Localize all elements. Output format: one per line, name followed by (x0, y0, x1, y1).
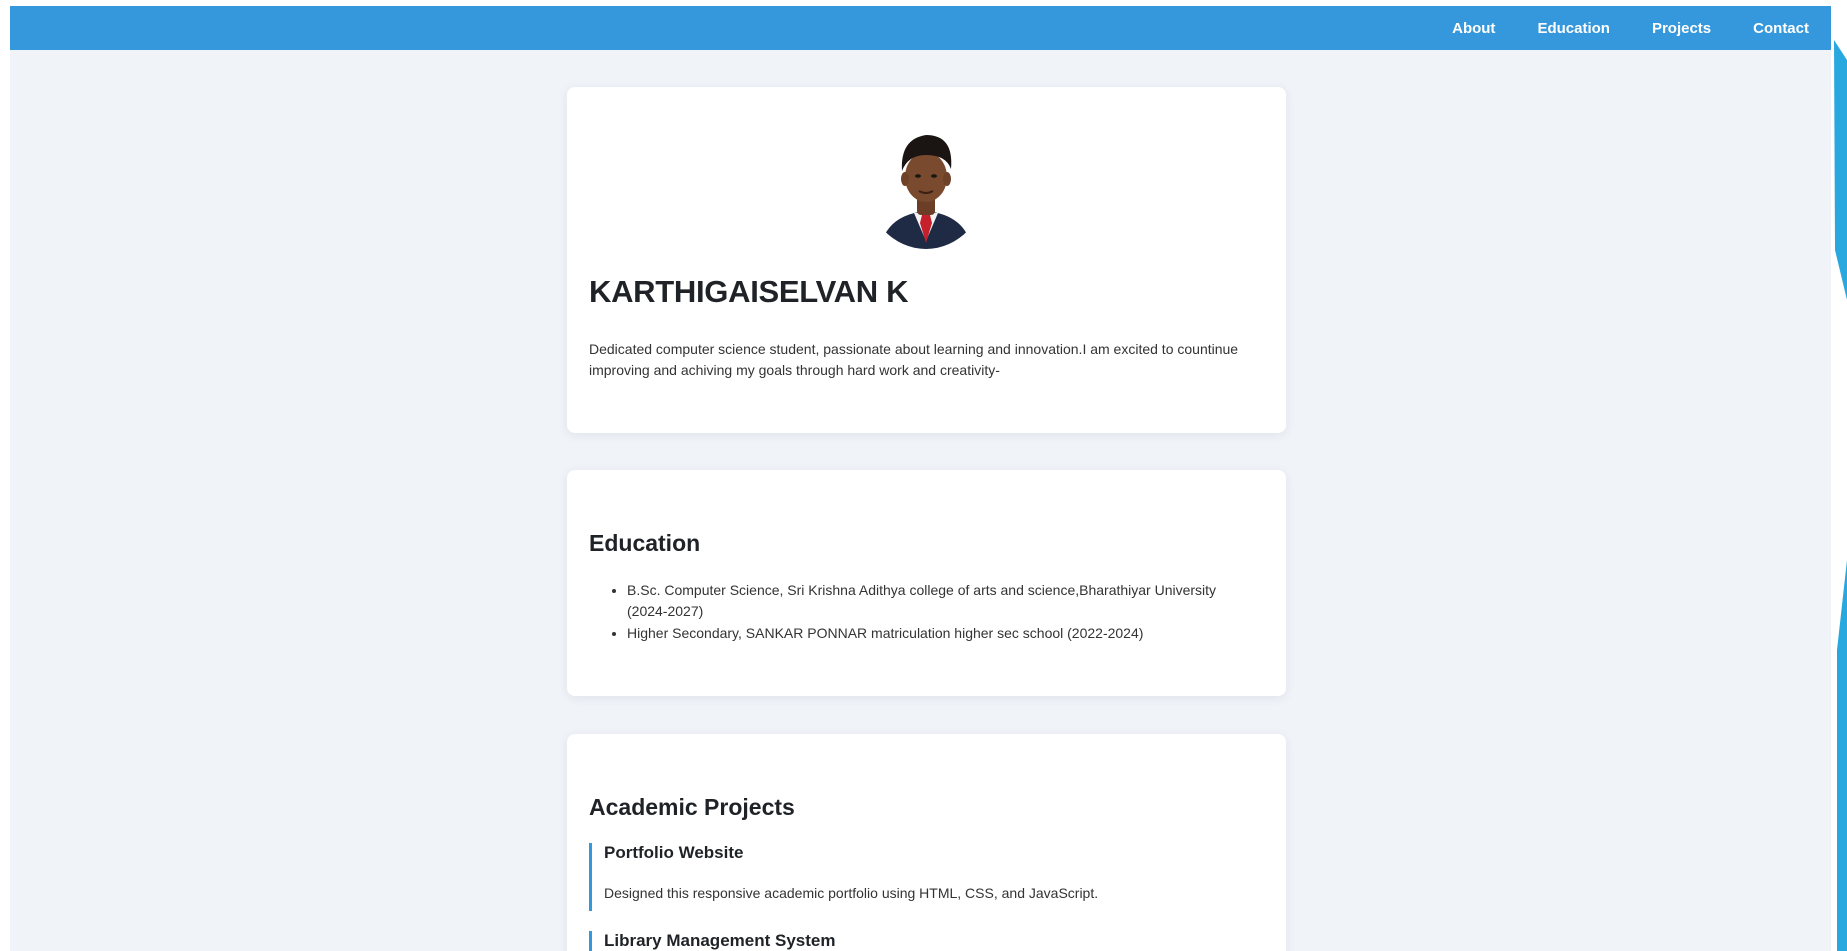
nav-link-projects[interactable]: Projects (1652, 20, 1711, 37)
about-card: KARTHIGAISELVAN K Dedicated computer sci… (567, 87, 1286, 433)
nav-links: About Education Projects Contact (1452, 6, 1809, 50)
nav-link-about[interactable]: About (1452, 20, 1495, 37)
project-item: Library Management System (589, 931, 1249, 951)
portfolio-page: About Education Projects Contact KARTHIG… (0, 0, 1847, 951)
project-item: Portfolio Website Designed this responsi… (589, 843, 1249, 911)
education-heading: Education (589, 530, 701, 556)
nav-link-education[interactable]: Education (1537, 20, 1610, 37)
profile-bio: Dedicated computer science student, pass… (589, 341, 1239, 378)
top-navbar: About Education Projects Contact (10, 6, 1837, 50)
nav-link-contact[interactable]: Contact (1753, 20, 1809, 37)
profile-photo-illustration (866, 119, 986, 249)
projects-heading: Academic Projects (589, 794, 795, 820)
education-card: Education B.Sc. Computer Science, Sri Kr… (567, 470, 1286, 696)
education-item: B.Sc. Computer Science, Sri Krishna Adit… (627, 580, 1259, 622)
project-name: Portfolio Website (604, 843, 744, 862)
profile-name: KARTHIGAISELVAN K (589, 274, 909, 309)
profile-photo-icon (866, 119, 986, 249)
projects-card: Academic Projects Portfolio Website Desi… (567, 734, 1286, 951)
education-item: Higher Secondary, SANKAR PONNAR matricul… (627, 623, 1259, 644)
window-left-edge (0, 0, 10, 951)
slide-edge-decoration (1831, 0, 1847, 951)
education-list: B.Sc. Computer Science, Sri Krishna Adit… (589, 580, 1259, 645)
project-name: Library Management System (604, 931, 836, 950)
project-description: Designed this responsive academic portfo… (604, 885, 1099, 901)
